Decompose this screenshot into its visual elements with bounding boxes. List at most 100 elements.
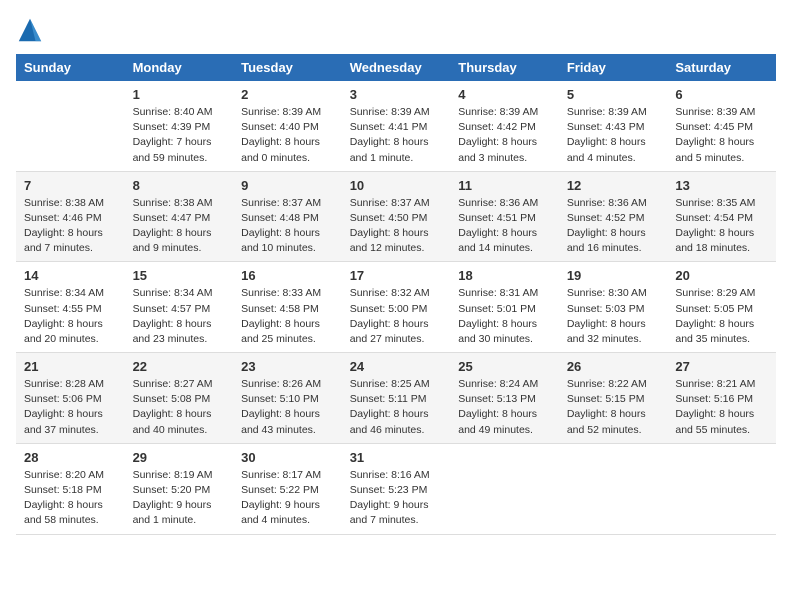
day-info: Sunrise: 8:37 AMSunset: 4:50 PMDaylight:… [350, 196, 443, 257]
day-number: 24 [350, 358, 443, 377]
col-header-tuesday: Tuesday [233, 54, 342, 81]
day-number: 15 [133, 267, 226, 286]
day-info: Sunrise: 8:20 AMSunset: 5:18 PMDaylight:… [24, 468, 117, 529]
day-info: Sunrise: 8:30 AMSunset: 5:03 PMDaylight:… [567, 286, 660, 347]
logo-icon [16, 16, 44, 44]
week-row-5: 28Sunrise: 8:20 AMSunset: 5:18 PMDayligh… [16, 443, 776, 534]
day-info: Sunrise: 8:39 AMSunset: 4:43 PMDaylight:… [567, 105, 660, 166]
day-info: Sunrise: 8:39 AMSunset: 4:41 PMDaylight:… [350, 105, 443, 166]
day-info: Sunrise: 8:34 AMSunset: 4:55 PMDaylight:… [24, 286, 117, 347]
calendar-table: SundayMondayTuesdayWednesdayThursdayFrid… [16, 54, 776, 535]
day-number: 25 [458, 358, 551, 377]
header-row: SundayMondayTuesdayWednesdayThursdayFrid… [16, 54, 776, 81]
day-number: 27 [675, 358, 768, 377]
day-info: Sunrise: 8:24 AMSunset: 5:13 PMDaylight:… [458, 377, 551, 438]
day-number: 4 [458, 86, 551, 105]
day-cell: 13Sunrise: 8:35 AMSunset: 4:54 PMDayligh… [667, 171, 776, 262]
week-row-2: 7Sunrise: 8:38 AMSunset: 4:46 PMDaylight… [16, 171, 776, 262]
day-cell: 24Sunrise: 8:25 AMSunset: 5:11 PMDayligh… [342, 353, 451, 444]
day-cell: 9Sunrise: 8:37 AMSunset: 4:48 PMDaylight… [233, 171, 342, 262]
day-cell: 11Sunrise: 8:36 AMSunset: 4:51 PMDayligh… [450, 171, 559, 262]
day-cell: 3Sunrise: 8:39 AMSunset: 4:41 PMDaylight… [342, 81, 451, 171]
day-number: 17 [350, 267, 443, 286]
day-info: Sunrise: 8:19 AMSunset: 5:20 PMDaylight:… [133, 468, 226, 529]
day-info: Sunrise: 8:28 AMSunset: 5:06 PMDaylight:… [24, 377, 117, 438]
day-number: 16 [241, 267, 334, 286]
col-header-wednesday: Wednesday [342, 54, 451, 81]
day-cell: 25Sunrise: 8:24 AMSunset: 5:13 PMDayligh… [450, 353, 559, 444]
day-cell [667, 443, 776, 534]
day-number: 6 [675, 86, 768, 105]
day-cell: 18Sunrise: 8:31 AMSunset: 5:01 PMDayligh… [450, 262, 559, 353]
day-number: 12 [567, 177, 660, 196]
day-cell: 29Sunrise: 8:19 AMSunset: 5:20 PMDayligh… [125, 443, 234, 534]
day-info: Sunrise: 8:39 AMSunset: 4:40 PMDaylight:… [241, 105, 334, 166]
day-info: Sunrise: 8:39 AMSunset: 4:45 PMDaylight:… [675, 105, 768, 166]
day-info: Sunrise: 8:25 AMSunset: 5:11 PMDaylight:… [350, 377, 443, 438]
day-number: 8 [133, 177, 226, 196]
day-info: Sunrise: 8:38 AMSunset: 4:46 PMDaylight:… [24, 196, 117, 257]
day-number: 13 [675, 177, 768, 196]
day-cell [559, 443, 668, 534]
day-cell: 21Sunrise: 8:28 AMSunset: 5:06 PMDayligh… [16, 353, 125, 444]
day-cell: 1Sunrise: 8:40 AMSunset: 4:39 PMDaylight… [125, 81, 234, 171]
day-cell: 20Sunrise: 8:29 AMSunset: 5:05 PMDayligh… [667, 262, 776, 353]
week-row-4: 21Sunrise: 8:28 AMSunset: 5:06 PMDayligh… [16, 353, 776, 444]
day-number: 26 [567, 358, 660, 377]
day-info: Sunrise: 8:37 AMSunset: 4:48 PMDaylight:… [241, 196, 334, 257]
day-number: 20 [675, 267, 768, 286]
day-info: Sunrise: 8:31 AMSunset: 5:01 PMDaylight:… [458, 286, 551, 347]
day-cell: 16Sunrise: 8:33 AMSunset: 4:58 PMDayligh… [233, 262, 342, 353]
day-number: 10 [350, 177, 443, 196]
day-cell: 22Sunrise: 8:27 AMSunset: 5:08 PMDayligh… [125, 353, 234, 444]
day-info: Sunrise: 8:38 AMSunset: 4:47 PMDaylight:… [133, 196, 226, 257]
day-info: Sunrise: 8:40 AMSunset: 4:39 PMDaylight:… [133, 105, 226, 166]
week-row-1: 1Sunrise: 8:40 AMSunset: 4:39 PMDaylight… [16, 81, 776, 171]
week-row-3: 14Sunrise: 8:34 AMSunset: 4:55 PMDayligh… [16, 262, 776, 353]
day-cell: 23Sunrise: 8:26 AMSunset: 5:10 PMDayligh… [233, 353, 342, 444]
day-info: Sunrise: 8:27 AMSunset: 5:08 PMDaylight:… [133, 377, 226, 438]
day-cell [16, 81, 125, 171]
day-number: 9 [241, 177, 334, 196]
day-number: 23 [241, 358, 334, 377]
col-header-monday: Monday [125, 54, 234, 81]
day-number: 30 [241, 449, 334, 468]
day-cell: 28Sunrise: 8:20 AMSunset: 5:18 PMDayligh… [16, 443, 125, 534]
day-info: Sunrise: 8:33 AMSunset: 4:58 PMDaylight:… [241, 286, 334, 347]
day-cell [450, 443, 559, 534]
day-cell: 14Sunrise: 8:34 AMSunset: 4:55 PMDayligh… [16, 262, 125, 353]
day-number: 3 [350, 86, 443, 105]
day-info: Sunrise: 8:39 AMSunset: 4:42 PMDaylight:… [458, 105, 551, 166]
day-cell: 17Sunrise: 8:32 AMSunset: 5:00 PMDayligh… [342, 262, 451, 353]
day-cell: 4Sunrise: 8:39 AMSunset: 4:42 PMDaylight… [450, 81, 559, 171]
day-cell: 12Sunrise: 8:36 AMSunset: 4:52 PMDayligh… [559, 171, 668, 262]
day-info: Sunrise: 8:16 AMSunset: 5:23 PMDaylight:… [350, 468, 443, 529]
day-number: 22 [133, 358, 226, 377]
day-info: Sunrise: 8:34 AMSunset: 4:57 PMDaylight:… [133, 286, 226, 347]
day-number: 1 [133, 86, 226, 105]
day-cell: 7Sunrise: 8:38 AMSunset: 4:46 PMDaylight… [16, 171, 125, 262]
day-number: 29 [133, 449, 226, 468]
day-info: Sunrise: 8:36 AMSunset: 4:52 PMDaylight:… [567, 196, 660, 257]
day-info: Sunrise: 8:22 AMSunset: 5:15 PMDaylight:… [567, 377, 660, 438]
day-info: Sunrise: 8:26 AMSunset: 5:10 PMDaylight:… [241, 377, 334, 438]
day-cell: 8Sunrise: 8:38 AMSunset: 4:47 PMDaylight… [125, 171, 234, 262]
day-info: Sunrise: 8:17 AMSunset: 5:22 PMDaylight:… [241, 468, 334, 529]
col-header-saturday: Saturday [667, 54, 776, 81]
day-cell: 31Sunrise: 8:16 AMSunset: 5:23 PMDayligh… [342, 443, 451, 534]
day-number: 21 [24, 358, 117, 377]
header [16, 16, 776, 44]
day-info: Sunrise: 8:36 AMSunset: 4:51 PMDaylight:… [458, 196, 551, 257]
day-number: 2 [241, 86, 334, 105]
day-cell: 15Sunrise: 8:34 AMSunset: 4:57 PMDayligh… [125, 262, 234, 353]
day-number: 14 [24, 267, 117, 286]
col-header-sunday: Sunday [16, 54, 125, 81]
col-header-friday: Friday [559, 54, 668, 81]
day-info: Sunrise: 8:35 AMSunset: 4:54 PMDaylight:… [675, 196, 768, 257]
day-cell: 26Sunrise: 8:22 AMSunset: 5:15 PMDayligh… [559, 353, 668, 444]
day-cell: 30Sunrise: 8:17 AMSunset: 5:22 PMDayligh… [233, 443, 342, 534]
day-number: 28 [24, 449, 117, 468]
day-cell: 2Sunrise: 8:39 AMSunset: 4:40 PMDaylight… [233, 81, 342, 171]
day-number: 19 [567, 267, 660, 286]
day-number: 18 [458, 267, 551, 286]
